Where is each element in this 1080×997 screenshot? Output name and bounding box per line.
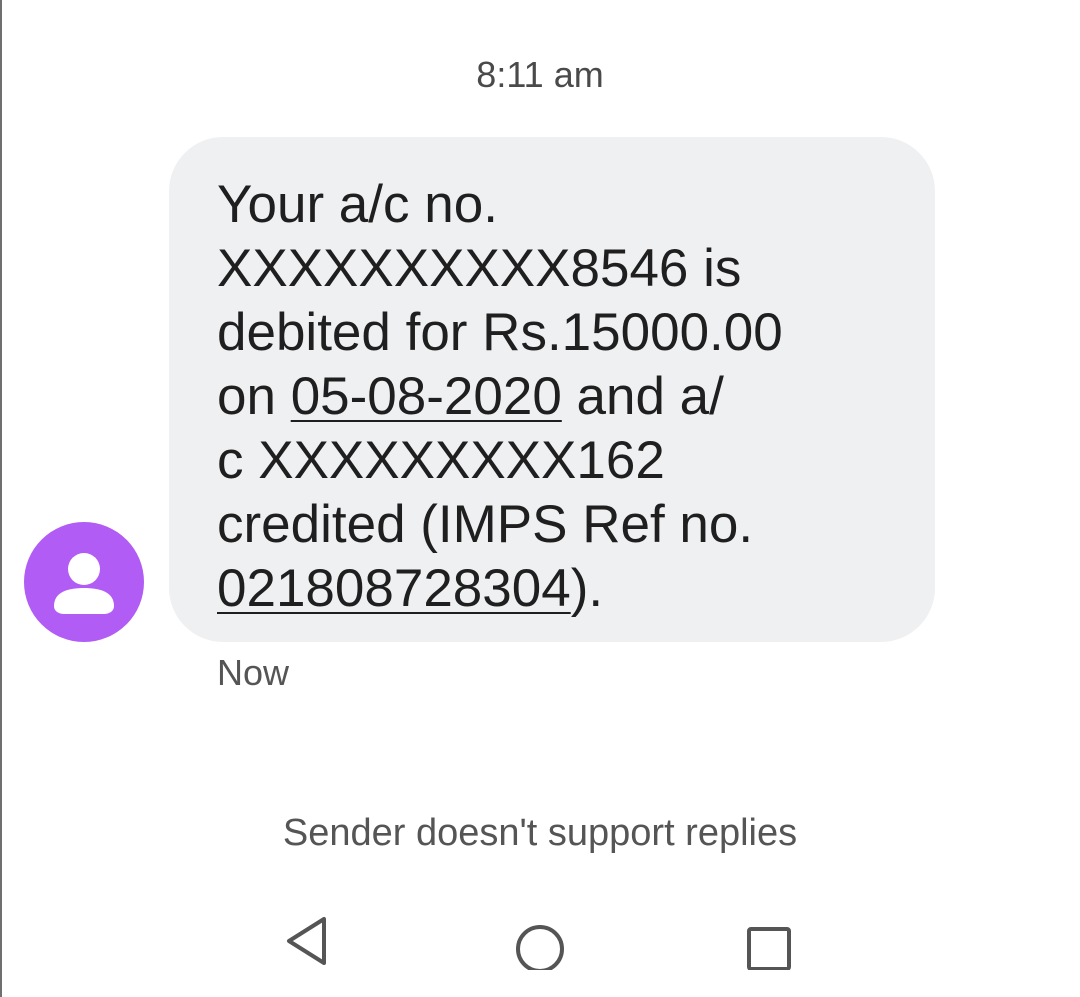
- message-text-segment: on: [217, 367, 291, 426]
- message-line-with-date: on 05-08-2020 and a/: [217, 365, 817, 429]
- home-button[interactable]: [500, 900, 580, 980]
- reference-number-link[interactable]: 021808728304: [217, 559, 571, 618]
- message-text-segment: ).: [570, 559, 604, 618]
- reply-unsupported-notice: Sender doesn't support replies: [282, 812, 798, 854]
- person-icon: [54, 553, 114, 614]
- back-triangle-icon: [287, 917, 326, 965]
- message-bubble[interactable]: Your a/c no. XXXXXXXXXX8546 is debited f…: [169, 137, 935, 642]
- system-navigation-bar: [0, 900, 1080, 980]
- message-line: XXXXXXXXXX8546 is: [217, 239, 742, 298]
- back-button[interactable]: [268, 900, 348, 980]
- message-text-segment: and a/: [561, 367, 724, 426]
- recents-square-icon: [747, 927, 791, 970]
- message-time: Now: [217, 652, 290, 693]
- recents-button[interactable]: [729, 900, 809, 980]
- message-text: Your a/c no. XXXXXXXXXX8546 is debited f…: [217, 173, 817, 621]
- home-circle-icon: [516, 925, 564, 970]
- message-line: debited for Rs.15000.00: [217, 303, 783, 362]
- message-line: credited (IMPS Ref no.: [217, 495, 754, 554]
- message-line: c XXXXXXXXX162: [217, 431, 665, 490]
- message-line: Your a/c no.: [217, 175, 498, 234]
- conversation-timestamp: 8:11 am: [476, 54, 604, 95]
- message-line-with-ref: 021808728304).: [217, 557, 817, 621]
- date-link[interactable]: 05-08-2020: [291, 367, 562, 426]
- sender-avatar[interactable]: [24, 522, 144, 642]
